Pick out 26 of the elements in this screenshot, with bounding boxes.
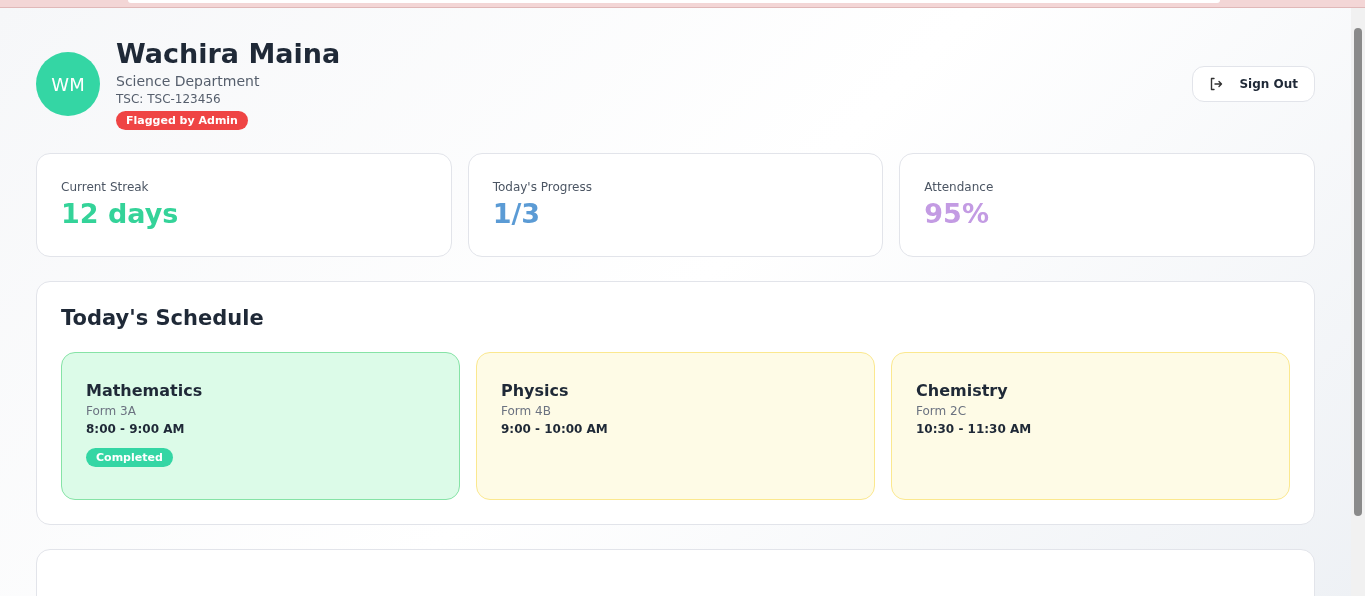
stat-label: Today's Progress [492, 180, 593, 194]
teacher-name: Wachira Maina [116, 38, 341, 70]
scrollbar[interactable] [1351, 8, 1365, 596]
panel-title: Today's Schedule [61, 306, 265, 330]
sign-out-icon [1209, 77, 1224, 91]
class-time: 9:00 - 10:00 AM [501, 422, 608, 436]
form-label: Form 2C [916, 404, 967, 418]
stat-value: 12 days [61, 198, 180, 229]
status-badge: Completed [86, 448, 173, 467]
stat-label: Current Streak [61, 180, 150, 194]
class-time: 8:00 - 9:00 AM [86, 422, 185, 436]
stat-value: 1/3 [492, 198, 542, 229]
stat-value: 95% [924, 198, 990, 229]
form-label: Form 4B [501, 404, 551, 418]
scrollbar-thumb[interactable] [1354, 28, 1362, 516]
sign-out-button[interactable]: Sign Out [1192, 66, 1315, 102]
flag-badge: Flagged by Admin [116, 111, 248, 130]
tsc-number: TSC: TSC-123456 [116, 92, 221, 106]
subject: Chemistry [916, 381, 1008, 400]
subject: Mathematics [86, 381, 203, 400]
avatar: WM [36, 52, 100, 116]
form-label: Form 3A [86, 404, 136, 418]
stat-label: Attendance [924, 180, 995, 194]
class-time: 10:30 - 11:30 AM [916, 422, 1032, 436]
department: Science Department [116, 73, 260, 89]
subject: Physics [501, 381, 569, 400]
